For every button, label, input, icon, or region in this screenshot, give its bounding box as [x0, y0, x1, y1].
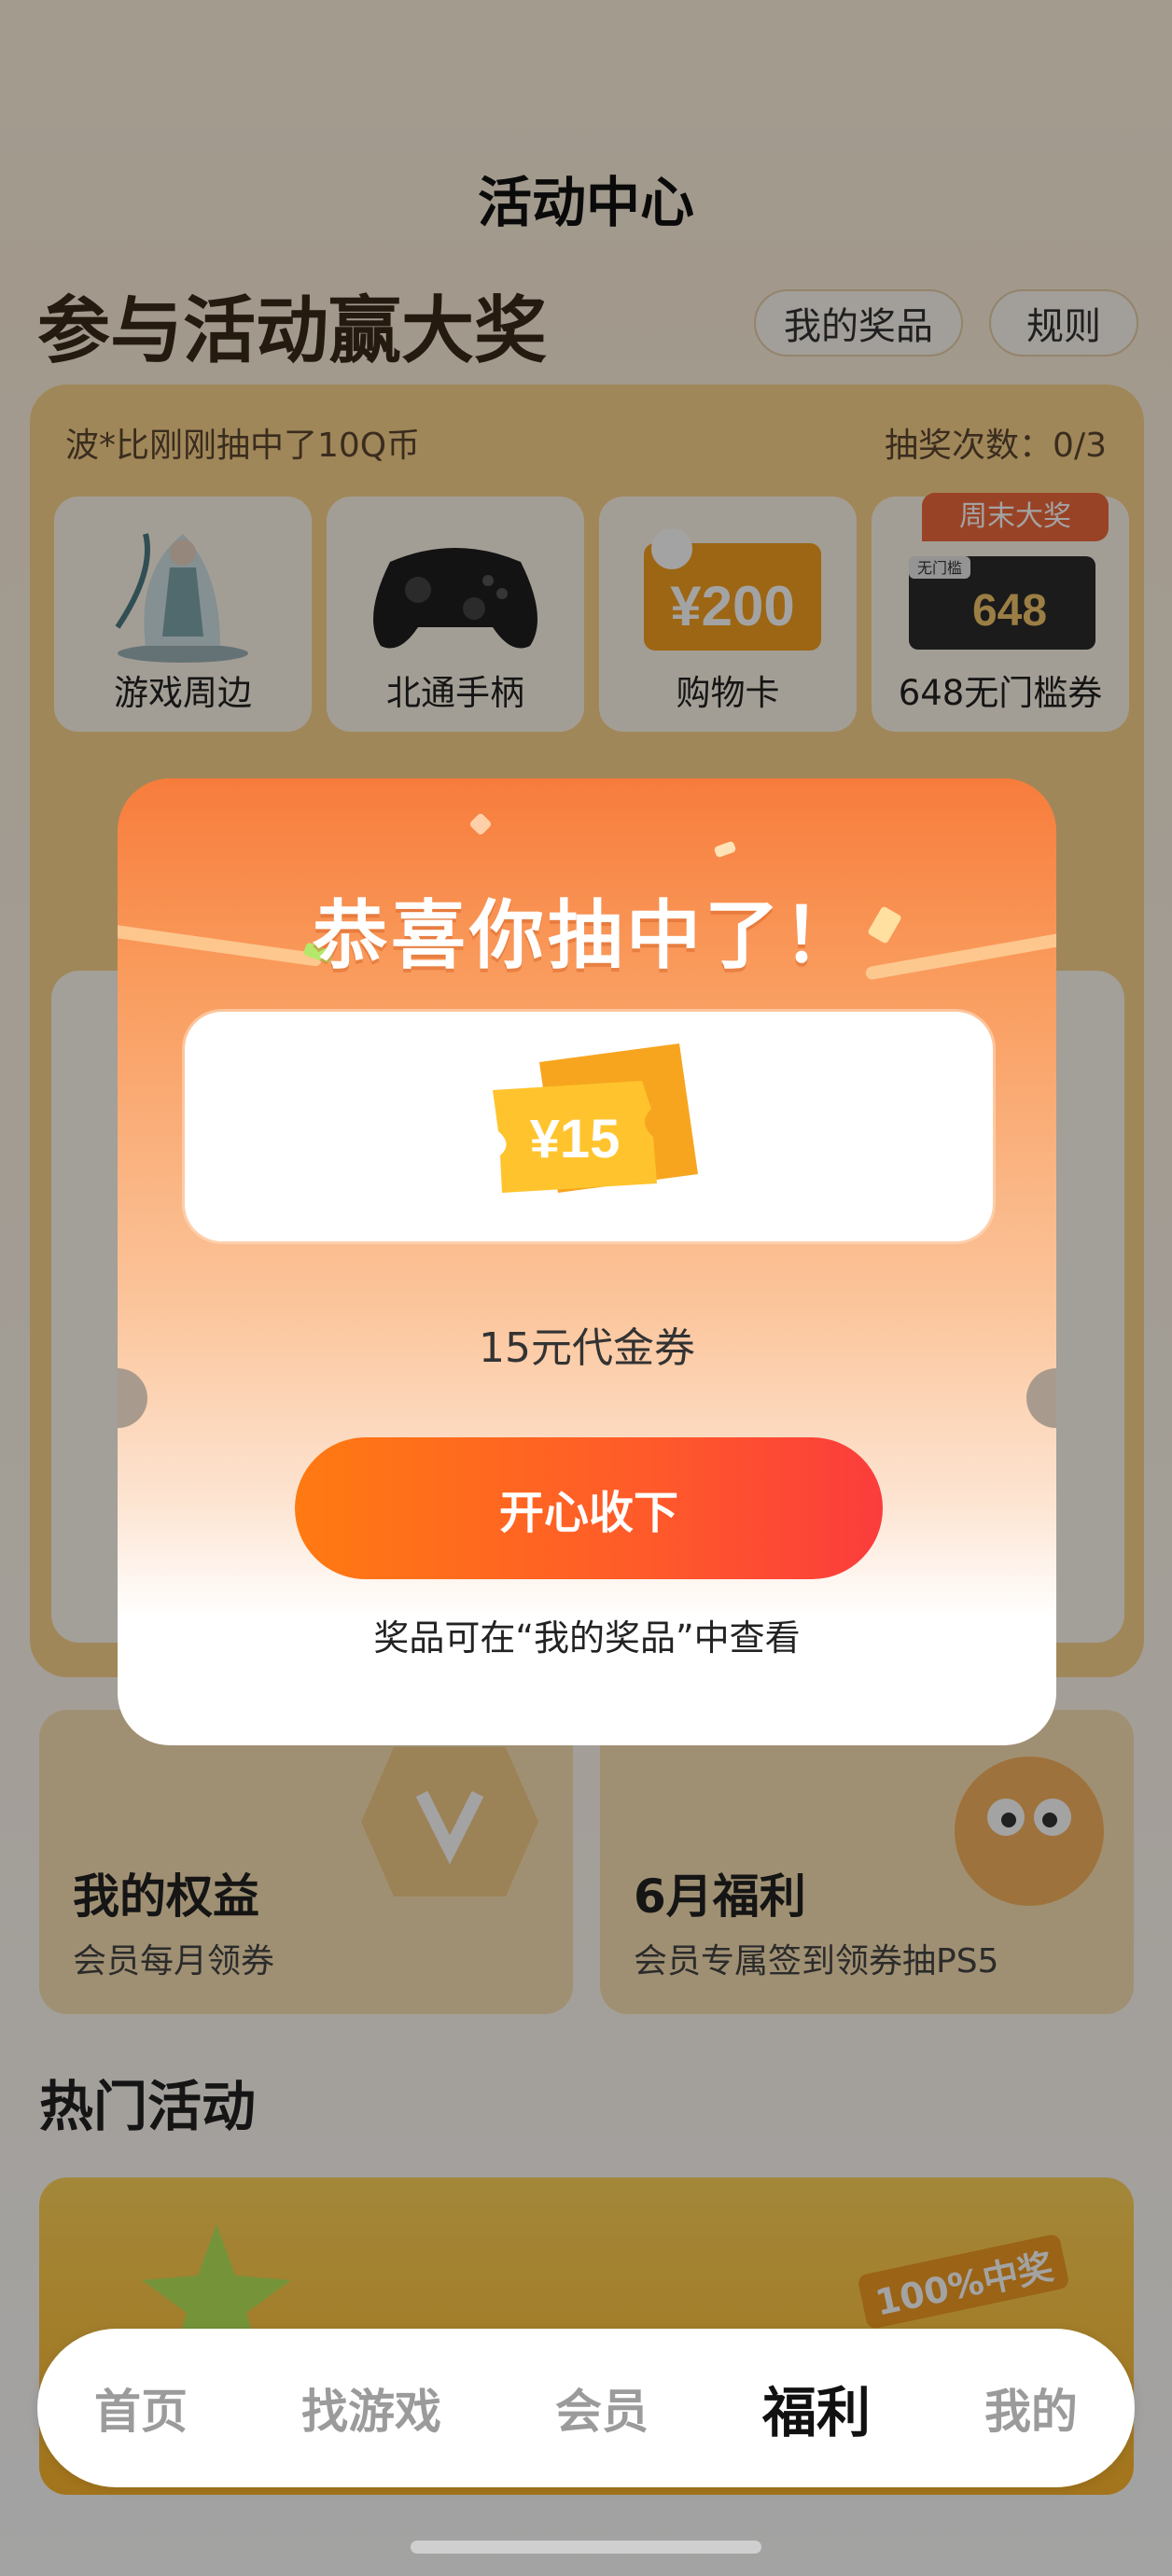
prize-name: 15元代金券: [479, 1324, 695, 1372]
prize-location-tip: 奖品可在“我的奖品”中查看: [373, 1617, 801, 1659]
nav-item-home[interactable]: 首页: [94, 2374, 188, 2442]
modal-title: 恭喜你抽中了！: [313, 892, 861, 979]
accept-prize-button[interactable]: 开心收下: [295, 1437, 883, 1579]
confetti: [713, 840, 737, 859]
svg-text:¥15: ¥15: [530, 1109, 621, 1169]
nav-item-welfare[interactable]: 福利: [762, 2369, 871, 2447]
bottom-nav: 首页 找游戏 会员 福利 我的: [37, 2329, 1135, 2487]
coupon-icon: ¥15: [493, 1043, 698, 1193]
prize-display: ¥15: [185, 1012, 993, 1241]
prize-modal: 恭喜你抽中了！ ¥15 15元代金券 开心收下 奖品可在“我的奖品”中查看: [118, 778, 1056, 1745]
home-indicator[interactable]: [411, 2541, 761, 2554]
nav-item-vip[interactable]: 会员: [555, 2374, 649, 2442]
nav-item-me[interactable]: 我的: [984, 2374, 1078, 2442]
confetti: [468, 812, 493, 836]
nav-item-find-games[interactable]: 找游戏: [301, 2374, 441, 2442]
